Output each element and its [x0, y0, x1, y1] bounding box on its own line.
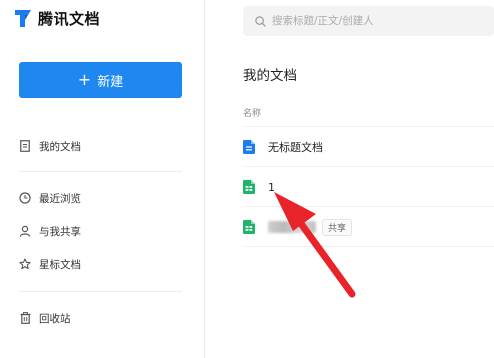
- sidebar-item-label: 我的文档: [39, 140, 81, 153]
- row-divider: [243, 206, 494, 207]
- file-name: 1: [268, 180, 275, 194]
- new-button-label: 新建: [97, 74, 124, 90]
- file-row[interactable]: 无标题文档: [243, 128, 494, 166]
- tencent-docs-logo-icon: [15, 10, 31, 27]
- app-name: 腾讯文档: [38, 9, 101, 28]
- sidebar-item-my-docs[interactable]: 我的文档: [19, 136, 81, 156]
- sidebar-divider: [19, 171, 182, 172]
- search-bar[interactable]: [243, 6, 494, 36]
- page-title: 我的文档: [243, 68, 297, 84]
- star-icon: [19, 258, 31, 270]
- sidebar-item-label: 星标文档: [39, 258, 81, 271]
- person-icon: [19, 225, 31, 237]
- sidebar-item-shared[interactable]: 与我共享: [19, 221, 81, 241]
- trash-icon: [19, 312, 31, 324]
- sidebar: 腾讯文档 + 新建 我的文档 最近浏览 与我共享 星标文档 回收站: [0, 0, 205, 358]
- row-divider: [243, 246, 494, 247]
- clock-icon: [19, 192, 31, 204]
- sheet-file-icon: [243, 180, 255, 194]
- app-logo[interactable]: 腾讯文档: [14, 6, 100, 30]
- doc-file-icon: [243, 140, 255, 154]
- sidebar-item-label: 与我共享: [39, 225, 81, 238]
- sidebar-item-recent[interactable]: 最近浏览: [19, 188, 81, 208]
- file-row[interactable]: 1: [243, 168, 494, 206]
- plus-icon: +: [77, 70, 92, 89]
- column-header-name[interactable]: 名称: [243, 106, 261, 119]
- document-icon: [19, 140, 31, 152]
- search-icon: [255, 15, 266, 27]
- row-divider: [243, 166, 494, 167]
- row-divider: [243, 126, 494, 127]
- new-button[interactable]: + 新建: [19, 62, 182, 98]
- sidebar-item-starred[interactable]: 星标文档: [19, 254, 81, 274]
- search-input[interactable]: [272, 15, 482, 27]
- sheet-file-icon: [243, 220, 255, 234]
- shared-badge: 共享: [322, 218, 353, 236]
- sidebar-divider: [19, 291, 182, 292]
- sidebar-item-trash[interactable]: 回收站: [19, 308, 71, 328]
- file-row[interactable]: 共享: [243, 208, 494, 246]
- file-name: 无标题文档: [268, 141, 323, 154]
- sidebar-item-label: 最近浏览: [39, 192, 81, 205]
- redacted-file-name: [268, 221, 316, 233]
- sidebar-item-label: 回收站: [39, 312, 71, 325]
